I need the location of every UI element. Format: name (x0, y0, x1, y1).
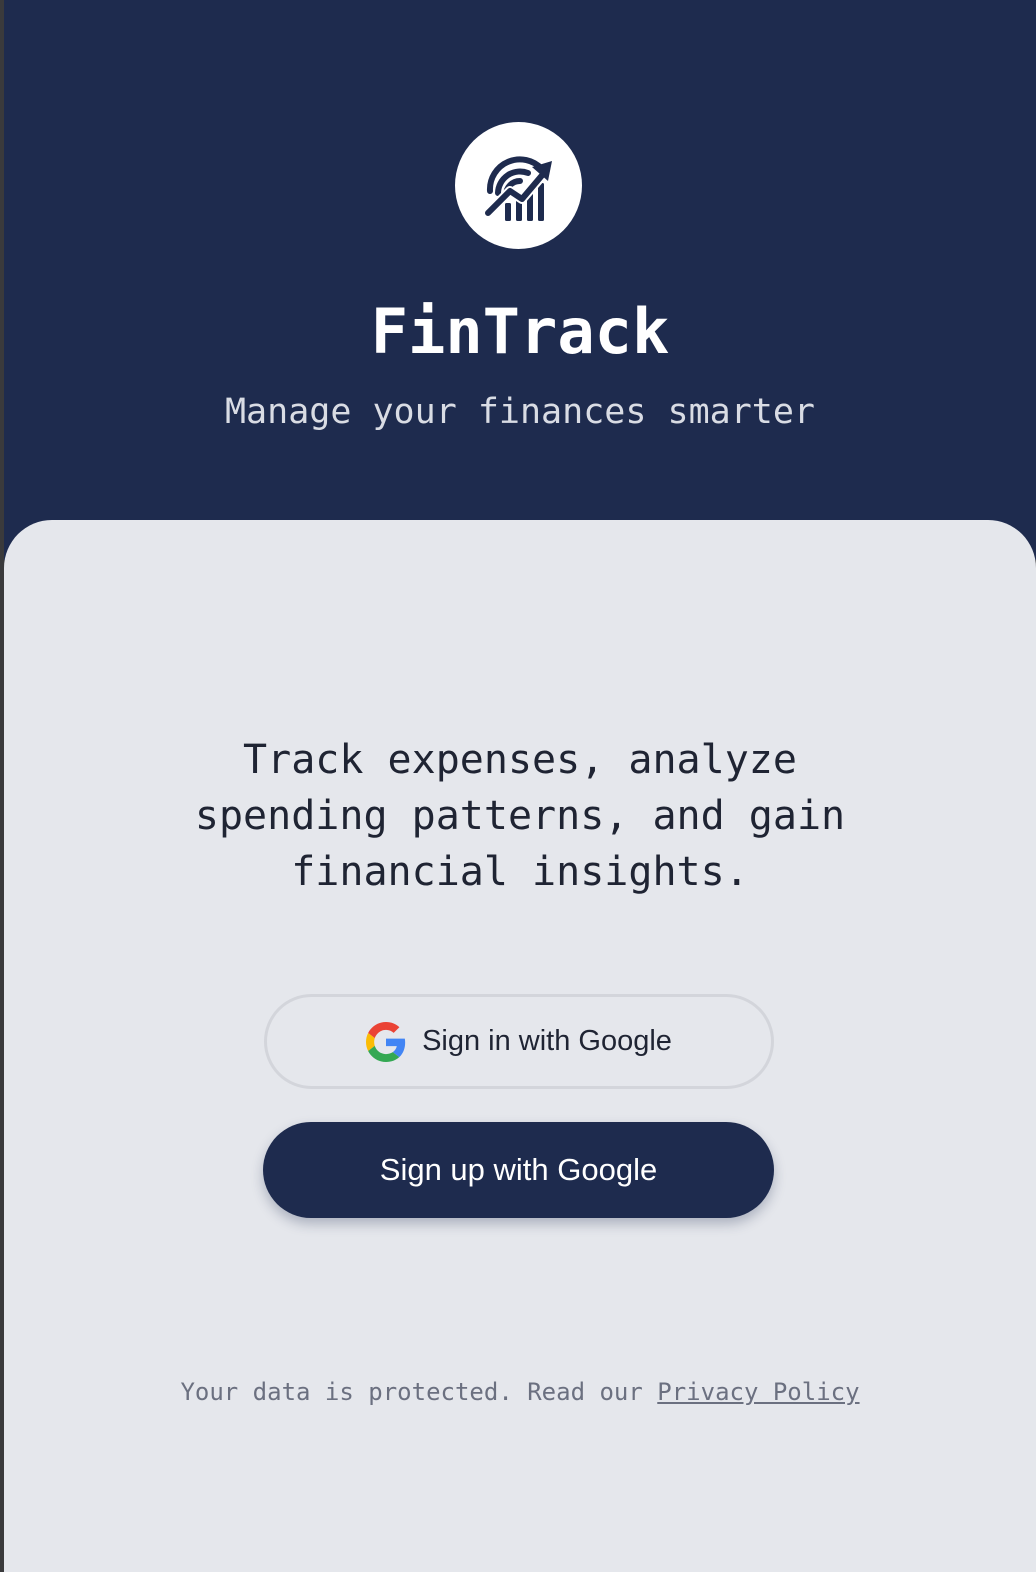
privacy-notice: Your data is protected. Read our Privacy… (4, 1376, 1036, 1408)
header: FinTrack Manage your finances smarter (4, 0, 1036, 560)
sign-in-with-google-button[interactable]: Sign in with Google (264, 994, 774, 1089)
auth-card: Track expenses, analyze spending pattern… (4, 520, 1036, 1572)
privacy-policy-link[interactable]: Privacy Policy (657, 1378, 859, 1406)
privacy-notice-text: Your data is protected. Read our (180, 1378, 658, 1406)
app-subtitle: Manage your finances smarter (224, 392, 815, 432)
login-page: FinTrack Manage your finances smarter Tr… (0, 0, 1036, 1572)
sign-up-with-google-button[interactable]: Sign up with Google (263, 1122, 774, 1218)
app-title: FinTrack (370, 295, 670, 368)
google-icon (366, 1021, 406, 1062)
growth-chart-icon (482, 155, 552, 221)
sign-up-button-label: Sign up with Google (379, 1152, 658, 1187)
app-logo (455, 122, 582, 249)
sign-in-button-label: Sign in with Google (422, 1025, 672, 1057)
tagline: Track expenses, analyze spending pattern… (194, 737, 846, 895)
